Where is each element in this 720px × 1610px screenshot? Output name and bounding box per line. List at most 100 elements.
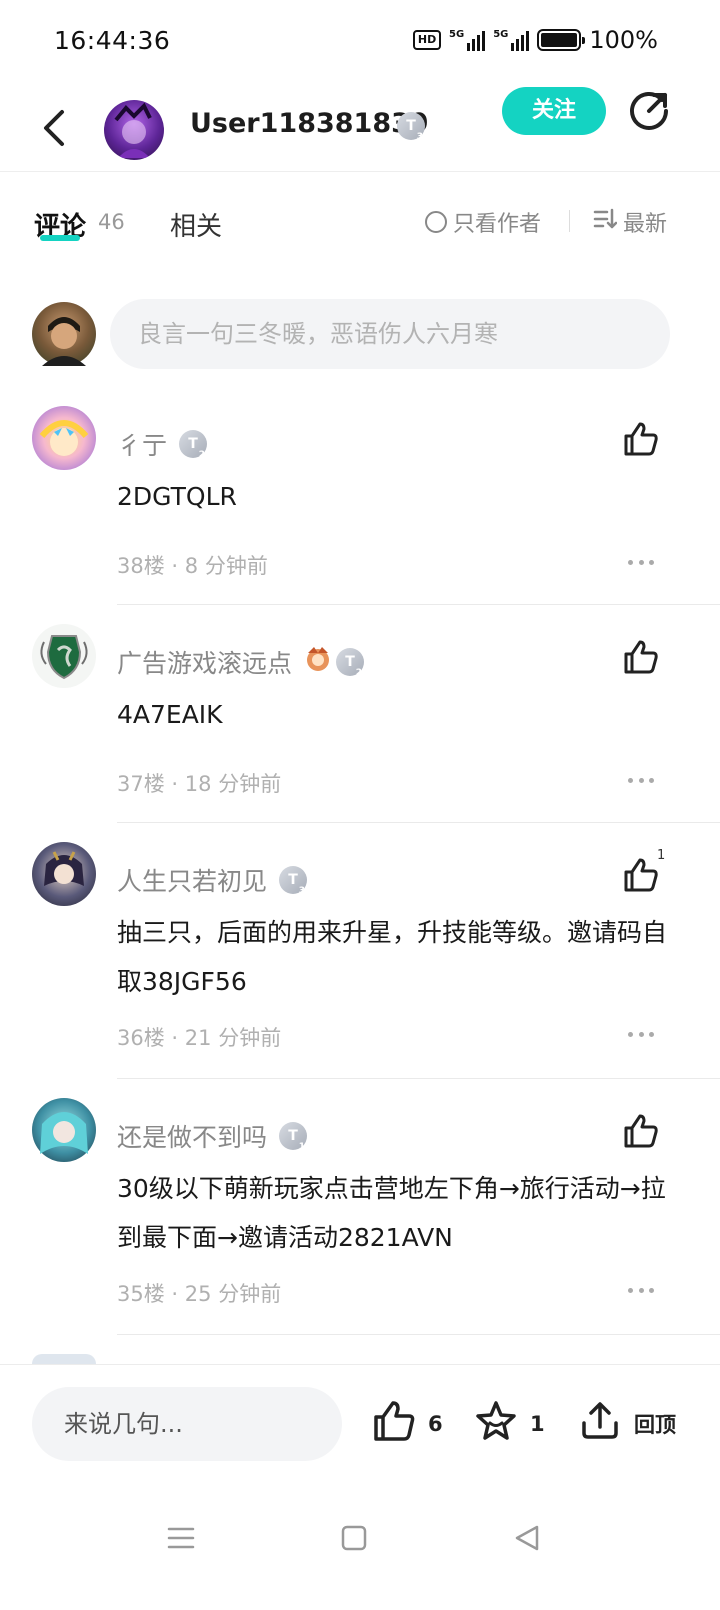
tab-active-indicator (40, 235, 80, 241)
meta-dot: · (171, 772, 179, 796)
commenter-name-row: 彳亍 T2 (117, 426, 208, 462)
author-only-label: 只看作者 (453, 212, 542, 237)
status-icons: HD 5G 5G 100% (413, 26, 658, 54)
like-button[interactable]: 6 (372, 1399, 443, 1448)
comment-count: 46 (98, 210, 125, 234)
like-count: 1 (657, 848, 666, 863)
comment-divider (117, 1078, 720, 1079)
commenter-name-row: 还是做不到吗 T1 (117, 1118, 308, 1154)
filter-divider (569, 210, 570, 232)
thumb-up-icon (372, 1399, 416, 1448)
sort-icon (593, 208, 618, 236)
comment-tab-row: 评论 46 相关 只看作者 最新 (0, 172, 720, 268)
commenter-name[interactable]: 广告游戏滚远点 (117, 644, 292, 680)
commenter-name[interactable]: 彳亍 (117, 426, 167, 462)
thumb-up-icon[interactable] (622, 420, 660, 458)
comment-meta: 35楼 · 25 分钟前 (117, 1278, 281, 1308)
back-arrow-icon[interactable] (36, 106, 76, 150)
level-badge-number: 1 (298, 1142, 306, 1152)
comment-floor: 37楼 (117, 772, 165, 796)
author-avatar[interactable] (104, 100, 164, 160)
system-nav-bar (0, 1485, 720, 1610)
comment-time: 21 分钟前 (184, 1026, 282, 1050)
more-dots-icon[interactable] (628, 778, 654, 786)
level-badge-icon: T2 (179, 430, 208, 460)
like-count: 6 (428, 1411, 443, 1436)
commenter-avatar[interactable] (32, 1098, 96, 1162)
more-dots-icon[interactable] (628, 1288, 654, 1296)
favorite-count: 1 (530, 1411, 545, 1436)
comment-time: 25 分钟前 (184, 1282, 282, 1306)
comment-floor: 36楼 (117, 1026, 165, 1050)
commenter-name-row: 人生只若初见 T3 (117, 862, 308, 898)
share-icon[interactable] (626, 88, 672, 134)
signal-label: 5G (449, 29, 465, 40)
commenter-name[interactable]: 还是做不到吗 (117, 1118, 267, 1154)
meta-dot: · (171, 1282, 179, 1306)
commenter-avatar[interactable] (32, 406, 96, 470)
signal-label-2: 5G (493, 29, 509, 40)
level-badge-icon: T2 (336, 648, 365, 678)
comment-meta: 36楼 · 21 分钟前 (117, 1022, 281, 1052)
comment-divider (117, 1334, 720, 1335)
decoration-icon (304, 645, 332, 679)
comment-meta: 38楼 · 8 分钟前 (117, 550, 268, 580)
back-to-top-button[interactable]: 回顶 (578, 1399, 676, 1448)
sort-label: 最新 (623, 212, 668, 237)
back-to-top-label: 回顶 (634, 1412, 676, 1437)
author-username[interactable]: User118381839 (190, 108, 429, 139)
battery-icon (537, 29, 586, 51)
commenter-avatar-partial (32, 1354, 96, 1364)
home-square-icon[interactable] (339, 1523, 369, 1553)
comment-text: 4A7EAIK (117, 700, 223, 729)
comment-divider (117, 604, 720, 605)
meta-dot: · (171, 1026, 179, 1050)
comment-time: 18 分钟前 (184, 772, 282, 796)
comment-time: 8 分钟前 (184, 554, 268, 578)
level-badge-icon: T3 (279, 866, 308, 896)
thumb-up-icon[interactable] (622, 1112, 660, 1150)
comment-floor: 38楼 (117, 554, 165, 578)
comment-floor: 35楼 (117, 1282, 165, 1306)
tab-related[interactable]: 相关 (170, 206, 222, 243)
hd-icon: HD (413, 30, 442, 50)
comment-meta: 37楼 · 18 分钟前 (117, 768, 281, 798)
thumb-up-icon[interactable] (622, 638, 660, 676)
star-icon (474, 1399, 518, 1448)
more-dots-icon[interactable] (628, 1032, 654, 1040)
top-header: User118381839 T3 关注 (0, 84, 720, 172)
bottom-action-bar: 来说几句... 6 1 回顶 (0, 1365, 720, 1485)
thumb-up-icon[interactable] (622, 856, 660, 894)
level-badge-number: 2 (355, 668, 363, 678)
sort-button[interactable]: 最新 (593, 206, 667, 238)
status-time: 16:44:36 (54, 26, 171, 55)
signal-5g-icon-2: 5G (493, 29, 530, 51)
battery-percent: 100% (589, 26, 658, 54)
commenter-avatar[interactable] (32, 624, 96, 688)
meta-dot: · (171, 554, 179, 578)
upload-top-icon (578, 1399, 622, 1448)
my-avatar (32, 302, 96, 366)
level-badge-number: 2 (198, 450, 206, 460)
comment-input[interactable]: 良言一句三冬暖，恶语伤人六月寒 (110, 299, 670, 369)
comment-text: 2DGTQLR (117, 482, 237, 511)
level-badge-icon: T1 (279, 1122, 308, 1152)
status-bar: 16:44:36 HD 5G 5G 100% (0, 0, 720, 84)
favorite-button[interactable]: 1 (474, 1399, 545, 1448)
back-triangle-icon[interactable] (512, 1523, 542, 1553)
follow-button[interactable]: 关注 (502, 87, 606, 135)
commenter-name[interactable]: 人生只若初见 (117, 862, 267, 898)
commenter-avatar[interactable] (32, 842, 96, 906)
comment-text: 30级以下萌新玩家点击营地左下角→旅行活动→拉到最下面→邀请活动2821AVN (117, 1174, 666, 1252)
signal-5g-icon: 5G (449, 29, 486, 51)
reply-input[interactable]: 来说几句... (32, 1387, 342, 1461)
commenter-name-row: 广告游戏滚远点 T2 (117, 644, 365, 680)
comment-text: 抽三只，后面的用来升星，升技能等级。邀请码自取38JGF56 (117, 918, 668, 996)
level-badge-number: 3 (298, 886, 306, 896)
author-only-toggle[interactable]: 只看作者 (425, 206, 541, 238)
radio-icon (425, 211, 447, 233)
level-badge-number: 3 (416, 132, 423, 142)
menu-icon[interactable] (166, 1523, 196, 1553)
more-dots-icon[interactable] (628, 560, 654, 568)
comment-divider (117, 822, 720, 823)
